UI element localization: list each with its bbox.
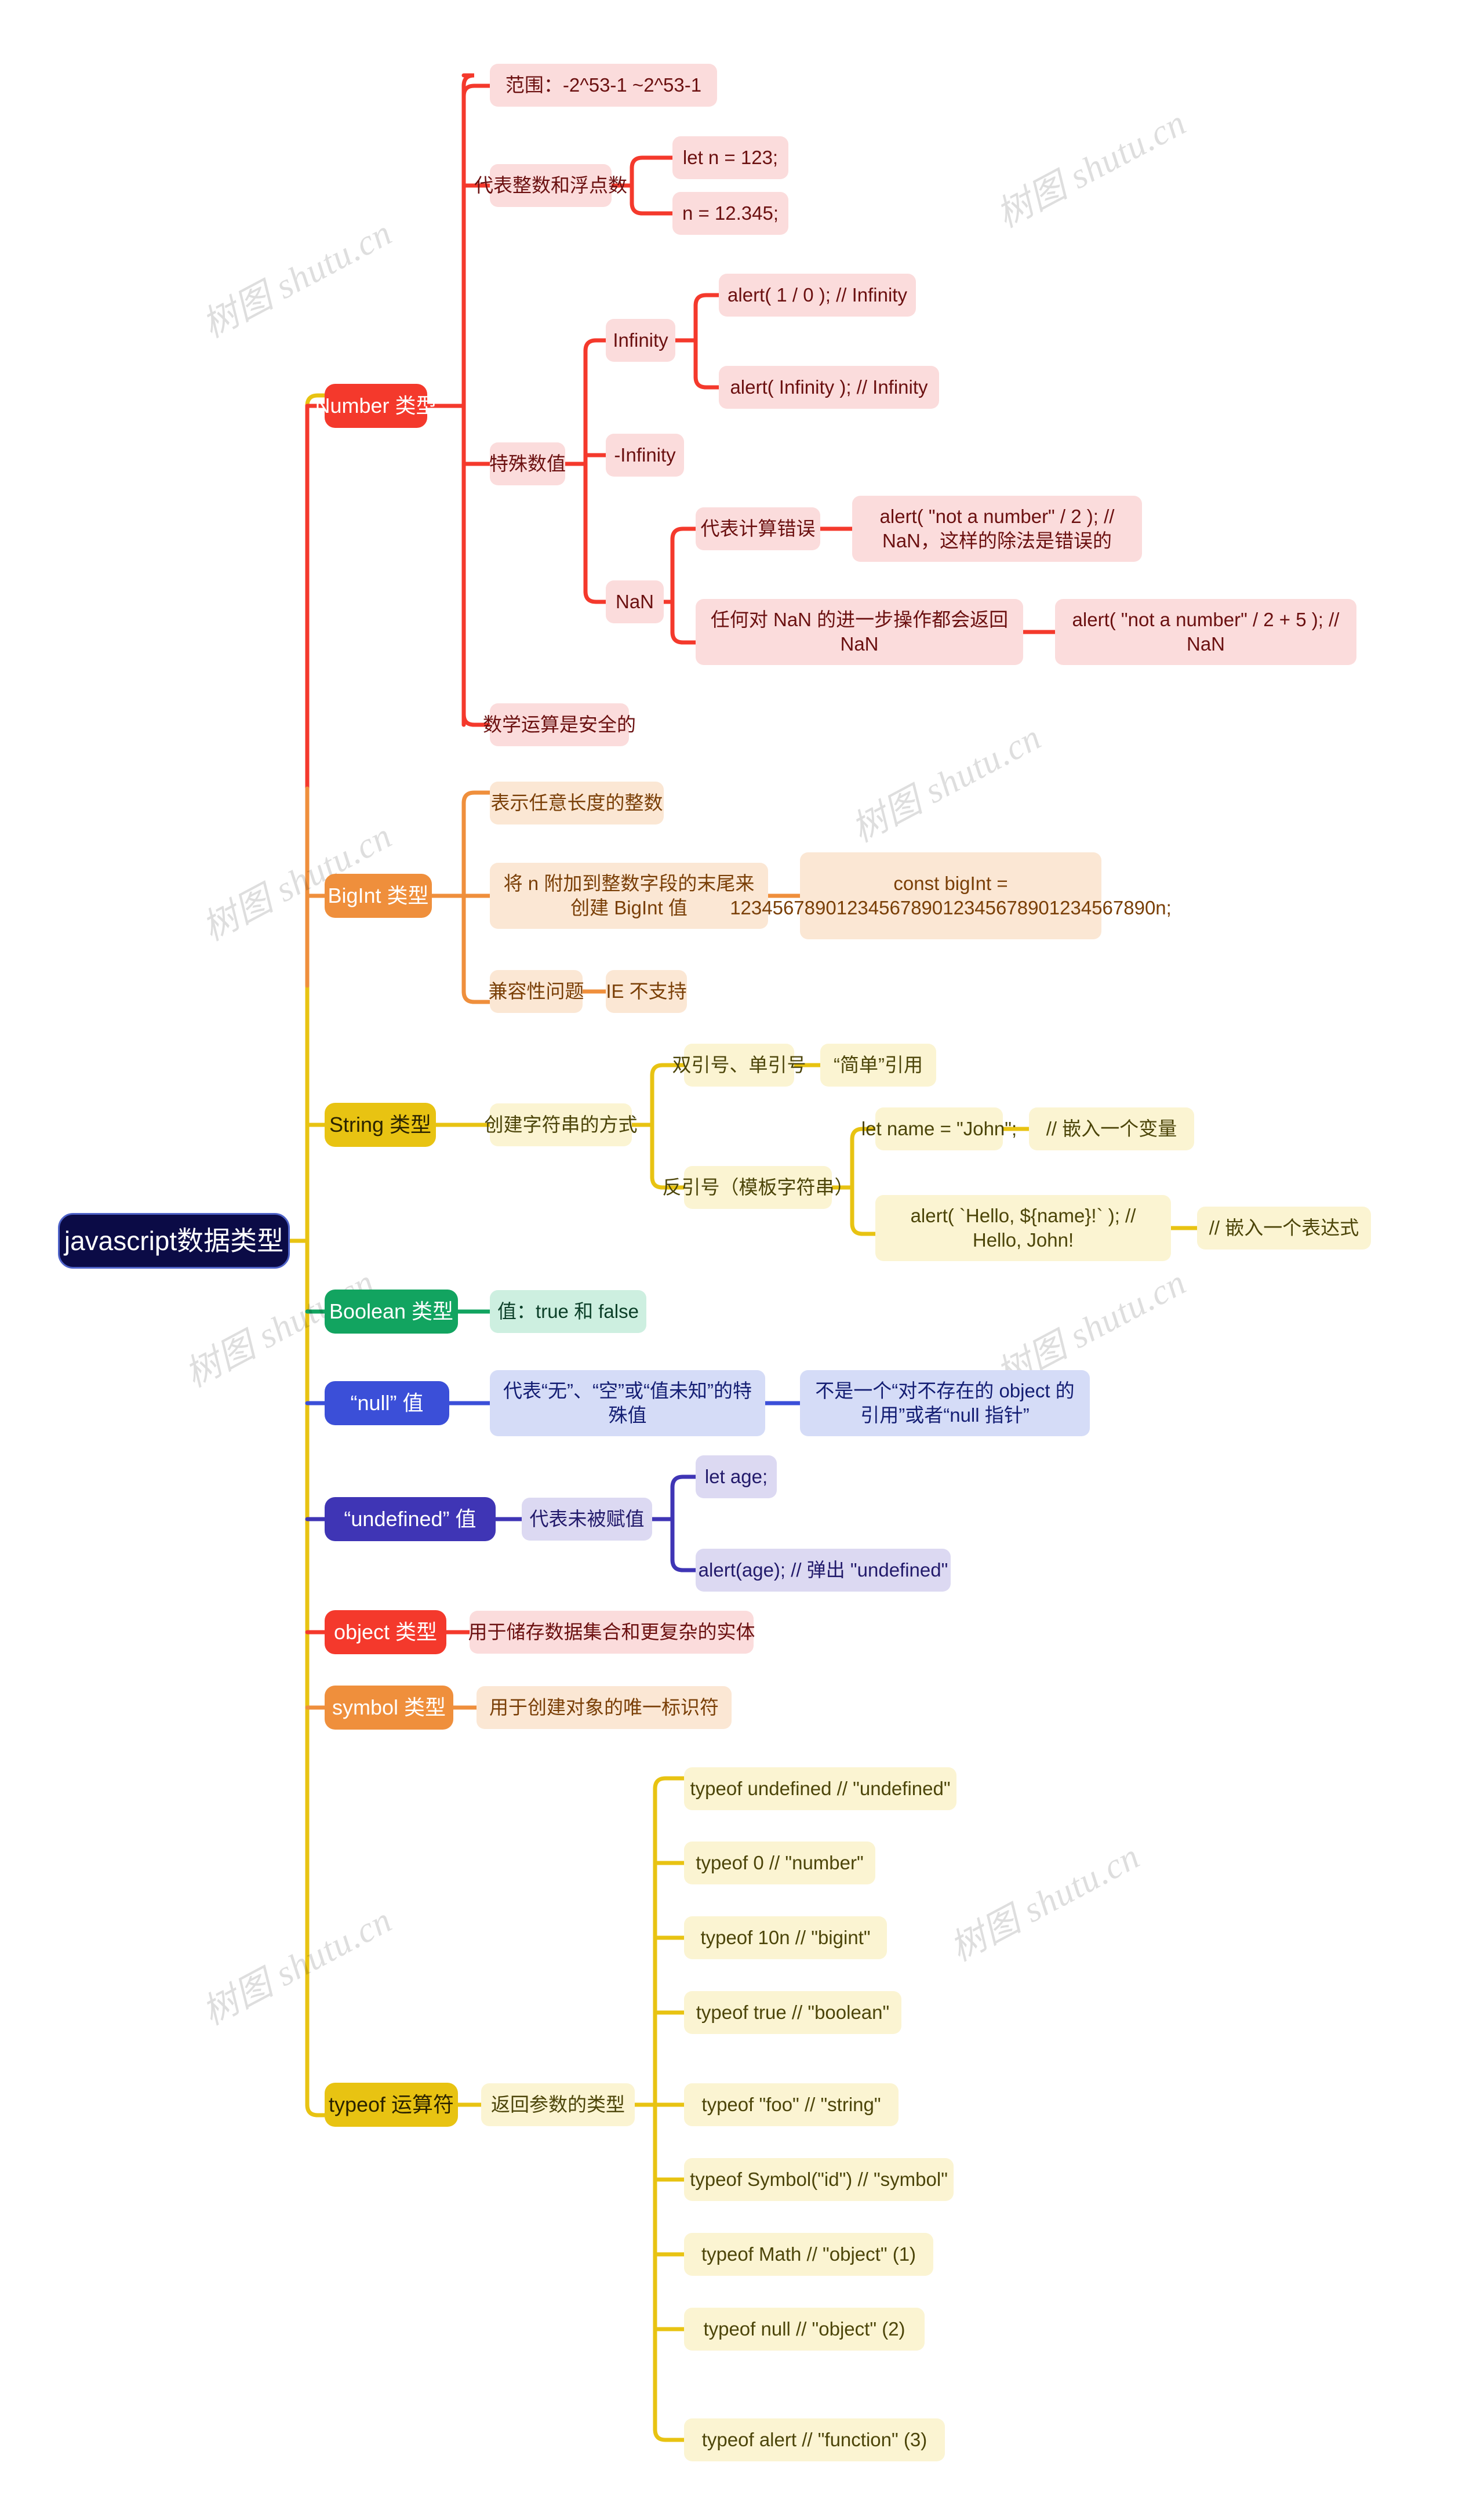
node-nan-calc-error[interactable]: 代表计算错误 [696, 507, 820, 550]
node-undefined-unassigned[interactable]: 代表未被赋值 [522, 1498, 652, 1541]
node-typeof-returns-type[interactable]: 返回参数的类型 [481, 2083, 635, 2126]
node-string-simple-quote[interactable]: “简单”引用 [820, 1044, 936, 1087]
topic-object-type[interactable]: object 类型 [325, 1610, 446, 1654]
topic-bigint-type[interactable]: BigInt 类型 [325, 874, 432, 918]
node-typeof-symbol[interactable]: typeof Symbol("id") // "symbol" [684, 2158, 954, 2201]
watermark: 树图 shutu.cn [196, 213, 399, 346]
node-null-not-pointer[interactable]: 不是一个“对不存在的 object 的引用”或者“null 指针” [800, 1370, 1090, 1436]
node-number-safe-math[interactable]: 数学运算是安全的 [483, 703, 636, 746]
topic-null-value[interactable]: “null” 值 [325, 1381, 449, 1425]
node-bigint-compat[interactable]: 兼容性问题 [489, 970, 584, 1013]
node-object-description[interactable]: 用于储存数据集合和更复杂的实体 [468, 1611, 755, 1654]
node-typeof-alert[interactable]: typeof alert // "function" (3) [684, 2418, 945, 2461]
watermark: 树图 shutu.cn [944, 1836, 1147, 1969]
watermark: 树图 shutu.cn [845, 717, 1048, 850]
node-number-neg-infinity[interactable]: -Infinity [606, 434, 684, 477]
node-nan-example-div[interactable]: alert( "not a number" / 2 ); // NaN，这样的除… [852, 496, 1142, 562]
node-bigint-any-length[interactable]: 表示任意长度的整数 [490, 782, 664, 825]
node-string-quotes[interactable]: 双引号、单引号 [672, 1044, 806, 1087]
topic-boolean-type[interactable]: Boolean 类型 [325, 1290, 458, 1334]
node-typeof-bigint[interactable]: typeof 10n // "bigint" [684, 1916, 887, 1959]
node-nan-example-plus[interactable]: alert( "not a number" / 2 + 5 ); // NaN [1055, 599, 1356, 665]
node-number-range[interactable]: 范围：-2^53-1 ~2^53-1 [490, 64, 717, 107]
node-number-infinity-literal[interactable]: alert( Infinity ); // Infinity [719, 366, 939, 409]
node-number-nan[interactable]: NaN [606, 580, 664, 623]
node-symbol-description[interactable]: 用于创建对象的唯一标识符 [477, 1686, 732, 1729]
node-undefined-alert-age[interactable]: alert(age); // 弹出 "undefined" [696, 1549, 951, 1592]
topic-number-type[interactable]: Number 类型 [315, 384, 437, 428]
node-typeof-null[interactable]: typeof null // "object" (2) [684, 2308, 925, 2351]
node-number-infinity-div[interactable]: alert( 1 / 0 ); // Infinity [719, 274, 916, 317]
node-string-alert-hello[interactable]: alert( `Hello, ${name}!` ); // Hello, Jo… [875, 1195, 1171, 1261]
topic-string-type[interactable]: String 类型 [325, 1103, 436, 1147]
node-bigint-example[interactable]: const bigInt = 1234567890123456789012345… [730, 852, 1172, 939]
topic-undefined-value[interactable]: “undefined” 值 [325, 1497, 496, 1541]
node-number-infinity[interactable]: Infinity [606, 319, 675, 362]
node-number-special-values[interactable]: 特殊数值 [489, 442, 566, 485]
node-string-backtick[interactable]: 反引号（模板字符串） [663, 1166, 854, 1209]
root-node[interactable]: javascript数据类型 [58, 1213, 290, 1269]
node-typeof-undefined[interactable]: typeof undefined // "undefined" [684, 1767, 956, 1810]
node-string-embed-expression[interactable]: // 嵌入一个表达式 [1197, 1207, 1371, 1250]
node-bigint-ie-unsupported[interactable]: IE 不支持 [606, 970, 687, 1013]
watermark: 树图 shutu.cn [990, 103, 1193, 235]
mindmap-canvas: 树图 shutu.cn 树图 shutu.cn 树图 shutu.cn 树图 s… [0, 0, 1484, 2517]
node-typeof-zero[interactable]: typeof 0 // "number" [684, 1842, 875, 1884]
node-typeof-boolean[interactable]: typeof true // "boolean" [684, 1991, 901, 2034]
topic-typeof-operator[interactable]: typeof 运算符 [325, 2083, 458, 2127]
node-typeof-string[interactable]: typeof "foo" // "string" [684, 2083, 899, 2126]
node-boolean-values[interactable]: 值：true 和 false [490, 1290, 646, 1333]
node-undefined-let-age[interactable]: let age; [696, 1455, 777, 1498]
node-nan-sticky[interactable]: 任何对 NaN 的进一步操作都会返回 NaN [696, 599, 1023, 665]
node-null-meaning[interactable]: 代表“无”、“空”或“值未知”的特殊值 [490, 1370, 765, 1436]
node-bigint-append-n[interactable]: 将 n 附加到整数字段的末尾来创建 BigInt 值 [490, 863, 768, 929]
node-string-embed-variable[interactable]: // 嵌入一个变量 [1029, 1107, 1194, 1150]
node-number-let-n[interactable]: let n = 123; [672, 136, 788, 179]
node-typeof-math[interactable]: typeof Math // "object" (1) [684, 2233, 933, 2276]
node-string-let-name[interactable]: let name = "John"; [861, 1107, 1017, 1150]
watermark: 树图 shutu.cn [196, 1900, 399, 2033]
node-number-float-n[interactable]: n = 12.345; [672, 192, 788, 235]
topic-symbol-type[interactable]: symbol 类型 [325, 1686, 453, 1730]
node-string-create-ways[interactable]: 创建字符串的方式 [485, 1103, 638, 1146]
node-number-int-float[interactable]: 代表整数和浮点数 [474, 164, 627, 207]
